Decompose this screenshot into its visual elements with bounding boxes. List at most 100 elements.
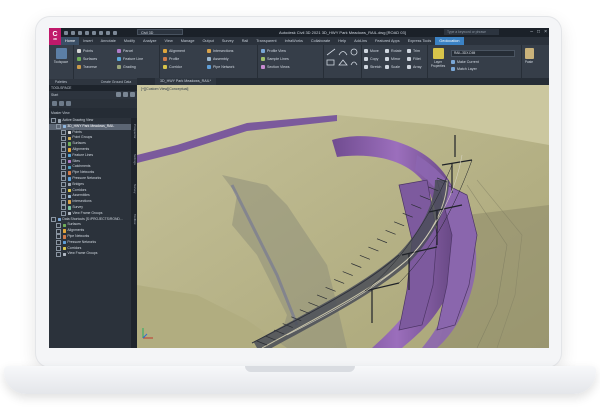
expand-icon[interactable]: [61, 193, 66, 199]
traverse-button[interactable]: Traverse: [77, 64, 97, 70]
close-button[interactable]: ×: [544, 29, 547, 35]
undo-icon[interactable]: [106, 30, 110, 35]
expand-icon[interactable]: [51, 216, 56, 222]
tab-annotate[interactable]: Annotate: [97, 37, 120, 45]
tab-insert[interactable]: Insert: [79, 37, 97, 45]
expand-icon[interactable]: [56, 251, 61, 257]
assembly-button[interactable]: Assembly: [207, 56, 229, 62]
expand-icon[interactable]: [56, 245, 61, 251]
prospector-icon[interactable]: [116, 92, 121, 97]
filter-icon[interactable]: [52, 101, 57, 106]
expand-icon[interactable]: [61, 182, 66, 188]
maximize-button[interactable]: □: [537, 29, 540, 35]
view-mode-row[interactable]: Master View: [49, 108, 137, 118]
make-current-button[interactable]: Make Current: [451, 59, 479, 65]
refresh-icon[interactable]: [123, 92, 128, 97]
search-input[interactable]: Type a keyword or phrase: [444, 29, 499, 35]
scale-button[interactable]: Scale: [385, 64, 400, 70]
tab-collaborate[interactable]: Collaborate: [307, 37, 334, 45]
trim-button[interactable]: Trim: [407, 48, 420, 54]
points-button[interactable]: Points: [77, 48, 93, 54]
profile-view-button[interactable]: Profile View: [261, 48, 286, 54]
expand-icon[interactable]: [56, 124, 61, 130]
section-views-button[interactable]: Section Views: [261, 64, 290, 70]
app-logo[interactable]: C 3D: [49, 28, 61, 45]
viewport-controls-label[interactable]: [+][Custom View][Conceptual]: [141, 87, 188, 91]
feature-line-button[interactable]: Feature Line: [117, 56, 143, 62]
layer-dropdown[interactable]: RAIL-3DX-DIM: [451, 50, 515, 57]
array-button[interactable]: Array: [407, 64, 422, 70]
expand-icon[interactable]: [61, 199, 66, 205]
alignment-button[interactable]: Alignment: [163, 48, 185, 54]
tree-item[interactable]: View Frame Groups: [49, 251, 131, 257]
copy-button[interactable]: Copy: [364, 56, 378, 62]
pipe-network-button[interactable]: Pipe Network: [207, 64, 234, 70]
expand-icon[interactable]: [61, 170, 66, 176]
profile-view-icon: [261, 49, 265, 53]
list-icon[interactable]: [59, 101, 64, 106]
tab-rail[interactable]: Rail: [238, 37, 253, 45]
tab-output[interactable]: Output: [198, 37, 217, 45]
expand-icon[interactable]: [51, 118, 56, 124]
tab-featured-apps[interactable]: Featured Apps: [371, 37, 404, 45]
move-button[interactable]: Move: [364, 48, 379, 54]
tab-survey[interactable]: Survey: [218, 37, 238, 45]
layer-properties-button[interactable]: Layer Properties: [429, 48, 447, 68]
save-icon[interactable]: [78, 30, 82, 35]
stretch-button[interactable]: Stretch: [364, 64, 381, 70]
tab-modify[interactable]: Modify: [120, 37, 139, 45]
paste-button[interactable]: Paste: [523, 48, 535, 65]
tab-transparent[interactable]: Transparent: [252, 37, 280, 45]
tab-analyze[interactable]: Analyze: [139, 37, 161, 45]
match-layer-button[interactable]: Match Layer: [451, 66, 477, 72]
open-icon[interactable]: [71, 30, 75, 35]
tab-express-tools[interactable]: Express Tools: [404, 37, 436, 45]
expand-icon[interactable]: [61, 135, 66, 141]
tab-help[interactable]: Help: [334, 37, 350, 45]
copy-label: Copy: [370, 57, 379, 61]
expand-icon[interactable]: [56, 222, 61, 228]
expand-icon[interactable]: [61, 141, 66, 147]
fillet-button[interactable]: Fillet: [407, 56, 421, 62]
web-icon[interactable]: [92, 30, 96, 35]
tab-infraworks[interactable]: InfraWorks: [281, 37, 307, 45]
tab-home[interactable]: Home: [61, 37, 80, 45]
surfaces-button[interactable]: Surfaces: [77, 56, 97, 62]
tab-add-ins[interactable]: Add-ins: [350, 37, 371, 45]
save-as-icon[interactable]: [85, 30, 89, 35]
expand-icon[interactable]: [61, 176, 66, 182]
expand-icon[interactable]: [61, 187, 66, 193]
parcel-button[interactable]: Parcel: [117, 48, 133, 54]
expand-icon[interactable]: [61, 158, 66, 164]
tab-manage[interactable]: Manage: [177, 37, 199, 45]
new-icon[interactable]: [64, 30, 68, 35]
tab-view[interactable]: View: [161, 37, 177, 45]
help-icon[interactable]: [130, 92, 135, 97]
tab-geolocation[interactable]: Geolocation: [435, 37, 464, 45]
expand-icon[interactable]: [61, 129, 66, 135]
expand-icon[interactable]: [61, 153, 66, 159]
expand-icon[interactable]: [56, 234, 61, 240]
redo-icon[interactable]: [113, 30, 117, 35]
workspace-select[interactable]: Civil 3D: [137, 29, 183, 35]
draw-tools-icons[interactable]: [323, 45, 361, 77]
intersections-button[interactable]: Intersections: [207, 48, 233, 54]
mirror-button[interactable]: Mirror: [385, 56, 400, 62]
toolspace-button[interactable]: Toolspace: [53, 48, 69, 65]
expand-icon[interactable]: [61, 205, 66, 211]
settings-icon[interactable]: [66, 101, 71, 106]
expand-icon[interactable]: [61, 147, 66, 153]
drawing-viewport[interactable]: [+][Custom View][Conceptual]: [137, 85, 549, 348]
drawing-tab[interactable]: 3D_HWY Park Meadows_RAIL*: [155, 78, 217, 85]
expand-icon[interactable]: [61, 211, 66, 217]
sample-lines-button[interactable]: Sample Lines: [261, 56, 289, 62]
expand-icon[interactable]: [56, 228, 61, 234]
grading-button[interactable]: Grading: [117, 64, 136, 70]
corridor-button[interactable]: Corridor: [163, 64, 182, 70]
expand-icon[interactable]: [61, 164, 66, 170]
minimize-button[interactable]: –: [530, 29, 533, 35]
profile-button[interactable]: Profile: [163, 56, 179, 62]
rotate-button[interactable]: Rotate: [385, 48, 402, 54]
expand-icon[interactable]: [56, 240, 61, 246]
print-icon[interactable]: [99, 30, 103, 35]
